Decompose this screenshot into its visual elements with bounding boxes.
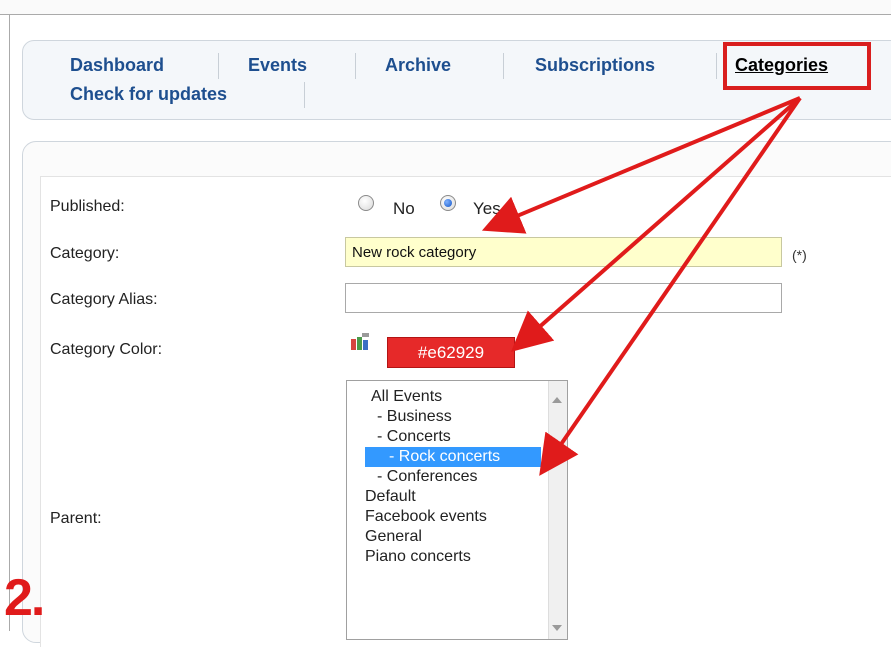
arrow-to-parent-option [539, 96, 802, 476]
annotation-arrows [481, 96, 802, 476]
arrow-to-color-field [510, 96, 802, 352]
step-number: 2. [4, 569, 45, 627]
